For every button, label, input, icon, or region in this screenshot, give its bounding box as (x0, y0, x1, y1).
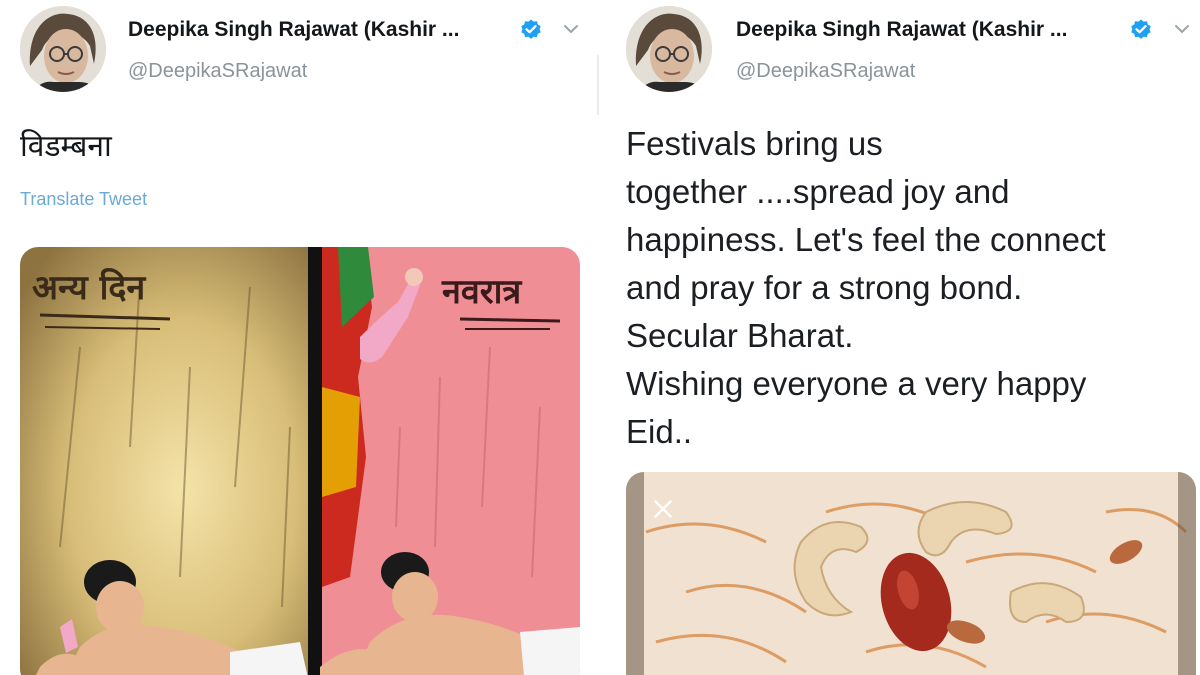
avatar[interactable] (626, 6, 712, 92)
chevron-down-icon[interactable] (1171, 18, 1193, 40)
tweet-text-line: happiness. Let's feel the connect (626, 221, 1106, 258)
tweet-text: Festivals bring us together ....spread j… (626, 120, 1196, 456)
divider (597, 55, 599, 115)
tweet-image-food[interactable] (626, 472, 1196, 675)
tweet-text: विडम्बना (20, 129, 112, 164)
tweet-text-line: and pray for a strong bond. (626, 269, 1023, 306)
avatar-image (626, 6, 712, 92)
tweet-text-line: together ....spread joy and (626, 173, 1010, 210)
tweet-text-line: Secular Bharat. (626, 317, 854, 354)
avatar[interactable] (20, 6, 106, 92)
display-name[interactable]: Deepika Singh Rajawat (Kashir ... (128, 18, 459, 42)
sheer-khurma-photo (626, 472, 1196, 675)
display-name[interactable]: Deepika Singh Rajawat (Kashir ... (736, 18, 1067, 42)
tweet-text-line: Wishing everyone a very happy (626, 365, 1087, 402)
handle[interactable]: @DeepikaSRajawat (736, 60, 915, 83)
tweet-text-line: Eid.. (626, 413, 693, 450)
translate-tweet-link[interactable]: Translate Tweet (20, 189, 147, 210)
verified-badge-icon (1131, 19, 1151, 39)
caption-left: अन्य दिन (32, 267, 146, 308)
tweet-text-line: Festivals bring us (626, 125, 883, 162)
tweet-right: Deepika Singh Rajawat (Kashir ... @Deepi… (604, 0, 1200, 675)
close-icon[interactable] (650, 496, 676, 522)
tweet-image-cartoon[interactable]: अन्य दिन नवरात्र (20, 247, 580, 675)
chevron-down-icon[interactable] (560, 18, 582, 40)
verified-badge-icon (521, 19, 541, 39)
tweet-left: Deepika Singh Rajawat (Kashir ... @Deepi… (0, 0, 596, 675)
handle[interactable]: @DeepikaSRajawat (128, 60, 307, 83)
caption-right: नवरात्र (441, 272, 522, 312)
cartoon-illustration: अन्य दिन नवरात्र (20, 247, 580, 675)
avatar-image (20, 6, 106, 92)
